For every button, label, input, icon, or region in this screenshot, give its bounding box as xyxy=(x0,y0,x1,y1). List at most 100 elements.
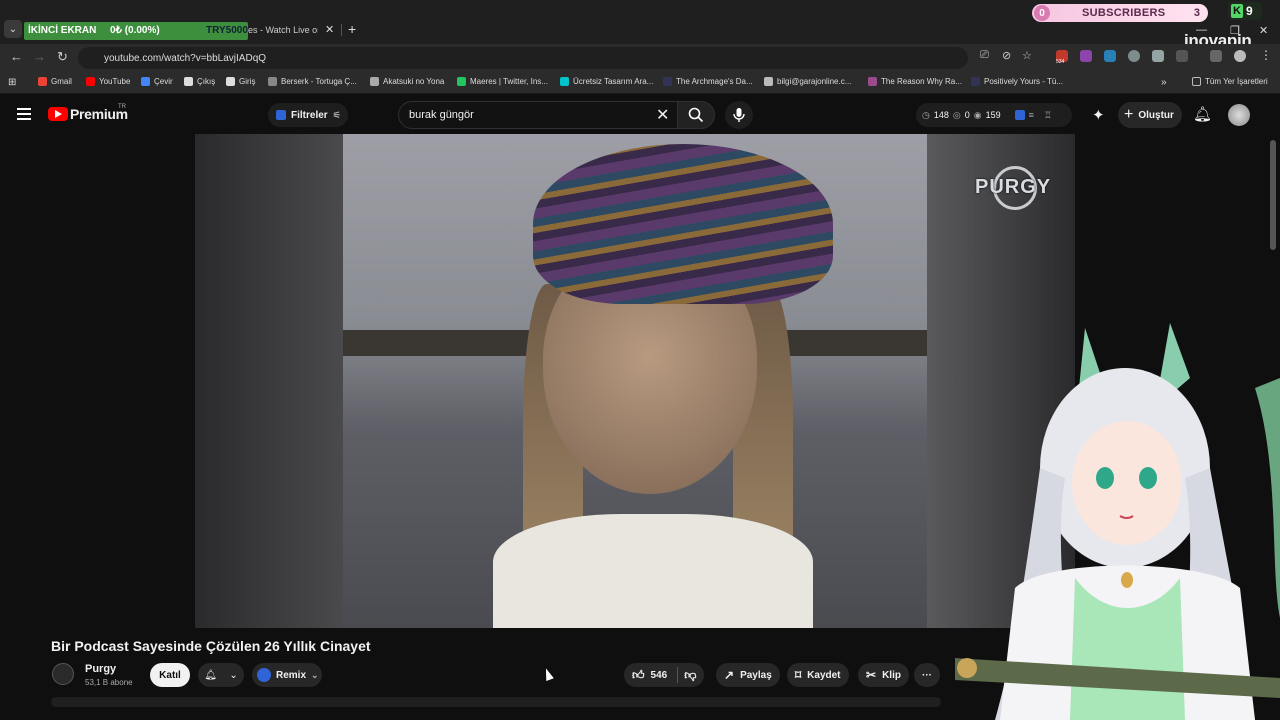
voice-search-button[interactable] xyxy=(725,101,753,129)
bookmark-favicon-icon xyxy=(86,77,95,86)
bookmark-label: Çevir xyxy=(154,77,173,86)
like-icon[interactable]: 👍︎ xyxy=(632,668,645,683)
bookmark-favicon-icon xyxy=(141,77,150,86)
kick-badge: K 9 xyxy=(1228,2,1262,20)
bookmark-item[interactable]: Çıkış xyxy=(184,77,215,86)
share-button[interactable]: ↗ Paylaş xyxy=(716,663,780,687)
video-frame-photo xyxy=(343,134,927,628)
apps-icon[interactable]: ⊞ xyxy=(8,77,16,88)
extension-icon[interactable] xyxy=(1128,50,1140,62)
join-button[interactable]: Katıl xyxy=(150,663,190,687)
active-tab-title[interactable]: es - Watch Live on xyxy=(248,25,318,35)
channel-avatar[interactable] xyxy=(52,663,74,685)
remix-button[interactable]: Remix ⌄ xyxy=(252,663,322,687)
shirt xyxy=(493,514,813,628)
browser-menu-icon[interactable]: ⋮ xyxy=(1260,48,1272,62)
more-actions-button[interactable]: ··· xyxy=(914,663,940,687)
clear-search-icon[interactable]: ✕ xyxy=(656,105,669,125)
create-button[interactable]: + Oluştur xyxy=(1118,102,1182,128)
cloud-icon[interactable] xyxy=(1152,50,1164,62)
region-label: TR xyxy=(118,104,126,110)
mouse-cursor-icon xyxy=(542,666,554,682)
new-tab-button[interactable]: + xyxy=(348,21,356,37)
search-button[interactable] xyxy=(677,101,715,129)
bookmark-item[interactable]: The Archmage's Da... xyxy=(663,77,753,86)
bookmark-label: Akatsuki no Yona xyxy=(383,77,445,86)
reload-icon[interactable]: ↻ xyxy=(57,49,68,65)
stat-count: 159 xyxy=(985,110,1001,120)
window-close-icon[interactable]: ✕ xyxy=(1259,24,1268,37)
bookmark-item[interactable]: Maeres | Twitter, Ins... xyxy=(457,77,548,86)
bookmark-item[interactable]: Berserk - Tortuga Ç... xyxy=(268,77,357,86)
url-field[interactable]: youtube.com/watch?v=bbLavjIADqQ xyxy=(78,47,968,69)
forward-icon[interactable]: → xyxy=(33,49,46,64)
notifications-bell-icon[interactable]: 🔔︎ xyxy=(1193,105,1212,123)
share-label: Paylaş xyxy=(740,669,772,681)
bookmark-label: Gmail xyxy=(51,77,72,86)
subscribers-left-count: 0 xyxy=(1034,5,1050,21)
microphone-icon xyxy=(733,108,745,122)
bookmark-item[interactable]: Giriş xyxy=(226,77,255,86)
kick-icon: K xyxy=(1231,4,1243,18)
plus-icon: + xyxy=(1124,106,1134,123)
filters-label: Filtreler xyxy=(291,109,328,121)
bookmark-item[interactable]: YouTube xyxy=(86,77,130,86)
tab-close-icon[interactable]: ✕ xyxy=(325,23,334,36)
folder-icon xyxy=(1192,77,1201,86)
search-input[interactable]: burak güngör xyxy=(398,101,678,129)
divider xyxy=(677,667,679,683)
all-bookmarks-folder[interactable]: Tüm Yer İşaretleri xyxy=(1192,77,1268,86)
bookmark-item[interactable]: Akatsuki no Yona xyxy=(370,77,444,86)
subscribers-widget: 0 SUBSCRIBERS 3 xyxy=(1032,4,1208,22)
install-app-icon[interactable]: ⎚ xyxy=(980,49,989,62)
share-icon: ↗ xyxy=(724,668,735,682)
more-bookmarks-icon[interactable]: » xyxy=(1161,77,1167,88)
puzzle-icon[interactable] xyxy=(1176,50,1188,62)
bookmark-label: Positively Yours - Tü... xyxy=(984,77,1063,86)
avatar[interactable] xyxy=(1228,104,1250,126)
bookmark-label: Maeres | Twitter, Ins... xyxy=(470,77,548,86)
channel-name[interactable]: Purgy xyxy=(85,663,116,675)
filters-button[interactable]: Filtreler ⚟ xyxy=(268,103,348,127)
bookmark-favicon-icon xyxy=(560,77,569,86)
reading-list-icon[interactable] xyxy=(1210,50,1222,62)
extension-icon[interactable] xyxy=(1104,50,1116,62)
channel-watermark: PURGY xyxy=(975,176,1052,198)
bookmark-label: Çıkış xyxy=(197,77,216,86)
extension-puzzle-icon[interactable]: ✦ xyxy=(1092,106,1105,124)
subscription-bell-button[interactable]: 🔔︎ ⌄ xyxy=(198,663,244,687)
bookmark-item[interactable]: The Reason Why Ra... xyxy=(868,77,962,86)
subscribers-label: SUBSCRIBERS xyxy=(1082,7,1166,19)
description-box[interactable] xyxy=(51,697,941,707)
bookmark-favicon-icon xyxy=(370,77,379,86)
bookmark-item[interactable]: bilgi@garajonline.c... xyxy=(764,77,851,86)
menu-icon[interactable] xyxy=(17,108,31,120)
extension-stats[interactable]: ◷ 148 ◎ 0 ◉ 159 ≡ ♖ xyxy=(916,103,1072,127)
youtube-logo-icon[interactable] xyxy=(48,107,68,121)
channel-subscriber-count: 53,1 B abone xyxy=(85,678,133,687)
video-player[interactable]: PURGY xyxy=(195,134,1075,628)
bell-icon: 🔔︎ xyxy=(204,669,217,681)
clip-button[interactable]: ✂ Klip xyxy=(858,663,909,687)
bookmark-item[interactable]: Gmail xyxy=(38,77,72,86)
search-value: burak güngör xyxy=(409,109,474,121)
back-icon[interactable]: ← xyxy=(10,49,23,64)
clip-label: Klip xyxy=(882,669,901,681)
tab-search-button[interactable]: ⌄ xyxy=(4,20,22,38)
save-button[interactable]: ⌑ Kaydet xyxy=(787,663,849,687)
bookmark-favicon-icon xyxy=(764,77,773,86)
page-scrollbar[interactable] xyxy=(1270,140,1276,250)
bookmark-favicon-icon xyxy=(38,77,47,86)
bookmark-favicon-icon xyxy=(184,77,193,86)
bookmark-item[interactable]: Çevir xyxy=(141,77,173,86)
like-count[interactable]: 546 xyxy=(651,670,668,681)
list-icon: ≡ xyxy=(1028,110,1034,120)
eye-off-icon[interactable]: ⊘ xyxy=(1002,49,1011,62)
profile-icon[interactable] xyxy=(1234,50,1246,62)
extension-icon[interactable] xyxy=(1080,50,1092,62)
bookmark-item[interactable]: Positively Yours - Tü... xyxy=(971,77,1063,86)
star-icon[interactable]: ☆ xyxy=(1022,49,1032,62)
remix-label: Remix xyxy=(276,669,307,681)
dislike-icon[interactable]: 👎︎ xyxy=(684,668,696,683)
bookmark-item[interactable]: Ücretsiz Tasarım Ara... xyxy=(560,77,653,86)
